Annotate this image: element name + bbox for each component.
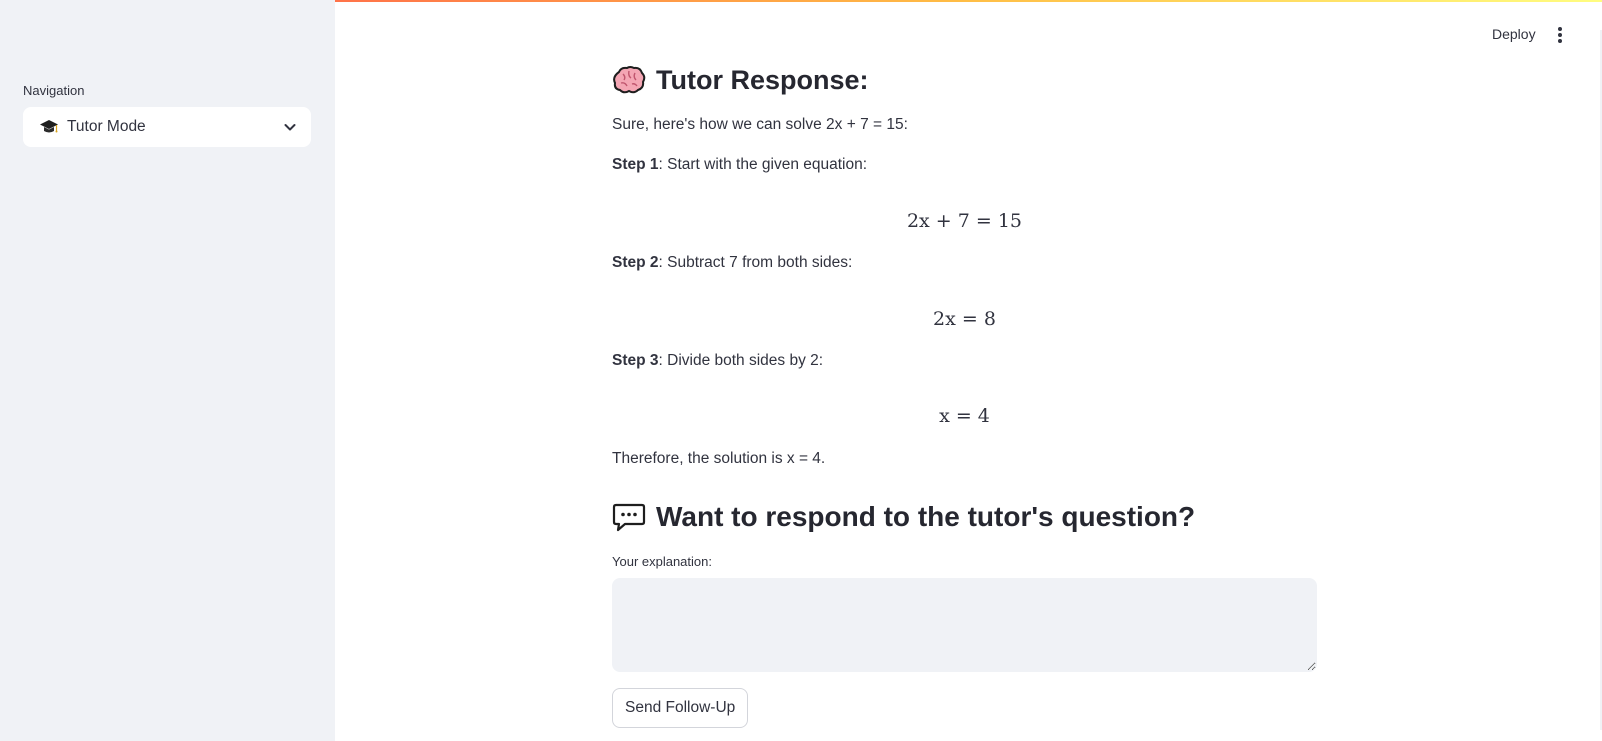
step-1-text: : Start with the given equation: xyxy=(658,156,868,173)
brain-icon xyxy=(613,66,646,94)
followup-title: Want to respond to the tutor's question? xyxy=(656,501,1196,532)
response-intro: Sure, here's how we can solve 2x + 7 = 1… xyxy=(612,116,908,133)
tutor-response-title: Tutor Response: xyxy=(656,64,869,95)
graduation-cap-icon xyxy=(40,120,58,133)
navigation-label: Navigation xyxy=(23,83,85,98)
equation-1: 2x + 7 = 15 xyxy=(906,210,1023,232)
step-2-label: Step 2 xyxy=(612,254,659,271)
explanation-label: Your explanation: xyxy=(612,554,712,569)
sidebar: Navigation Tutor Mode xyxy=(0,0,335,741)
explanation-textarea[interactable] xyxy=(612,578,1317,672)
kebab-dot xyxy=(1558,27,1562,31)
step-1: Step 1: Start with the given equation: xyxy=(612,156,867,174)
followup-heading: Want to respond to the tutor's question? xyxy=(612,497,1195,537)
response-conclusion: Therefore, the solution is x = 4. xyxy=(612,450,826,467)
chevron-down-icon xyxy=(284,124,296,131)
kebab-dot xyxy=(1558,33,1562,37)
speech-bubble-icon xyxy=(612,503,646,532)
step-3-text: : Divide both sides by 2: xyxy=(658,352,824,369)
kebab-dot xyxy=(1558,39,1562,43)
tutor-response-heading: Tutor Response: xyxy=(612,60,869,100)
kebab-menu-icon[interactable] xyxy=(1552,24,1568,46)
send-follow-up-button[interactable]: Send Follow-Up xyxy=(612,688,749,728)
step-3: Step 3: Divide both sides by 2: xyxy=(612,352,823,370)
step-1-label: Step 1 xyxy=(612,156,659,173)
equation-3: x = 4 xyxy=(939,405,990,427)
navigation-select[interactable]: Tutor Mode xyxy=(23,107,311,147)
step-2-text: : Subtract 7 from both sides: xyxy=(658,254,853,271)
step-2: Step 2: Subtract 7 from both sides: xyxy=(612,254,852,272)
equation-2: 2x = 8 xyxy=(933,308,996,330)
select-value: Tutor Mode xyxy=(67,118,146,135)
deploy-button[interactable]: Deploy xyxy=(1492,26,1536,42)
step-3-label: Step 3 xyxy=(612,352,659,369)
